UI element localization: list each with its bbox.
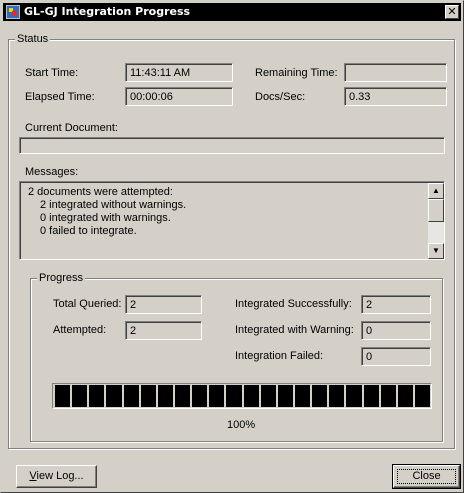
- progress-block: [397, 385, 413, 407]
- integration-progress-window: GL-GJ Integration Progress ✕ Status Star…: [0, 0, 464, 493]
- attempted-field: 2: [125, 321, 202, 340]
- progress-percent-text: 100%: [227, 419, 256, 431]
- current-document-label: Current Document:: [25, 122, 118, 134]
- integration-failed-field: 0: [361, 347, 431, 366]
- close-button[interactable]: Close: [392, 464, 461, 489]
- integrated-successfully-field: 2: [361, 295, 431, 314]
- close-window-button[interactable]: ✕: [445, 5, 459, 19]
- remaining-time-field: [344, 63, 447, 82]
- progress-block: [294, 385, 311, 407]
- progress-block: [55, 385, 71, 407]
- attempted-label: Attempted:: [53, 324, 107, 336]
- start-time-label: Start Time:: [25, 67, 79, 79]
- start-time-field: 11:43:11 AM: [125, 63, 233, 82]
- elapsed-time-label: Elapsed Time:: [25, 91, 95, 103]
- progress-block: [209, 385, 225, 407]
- scroll-up-icon[interactable]: ▲: [428, 183, 444, 199]
- window-title: GL-GJ Integration Progress: [24, 5, 191, 18]
- total-queried-label: Total Queried:: [53, 298, 122, 310]
- scroll-down-icon[interactable]: ▼: [428, 243, 444, 259]
- view-log-label: iew Log...: [36, 470, 84, 482]
- progress-block: [140, 385, 156, 407]
- title-bar[interactable]: GL-GJ Integration Progress ✕: [3, 3, 461, 21]
- messages-label: Messages:: [25, 166, 79, 178]
- message-line: 2 documents were attempted:: [28, 186, 173, 198]
- app-icon: [6, 5, 20, 19]
- scroll-thumb[interactable]: [428, 199, 444, 222]
- progress-block: [174, 385, 191, 407]
- progress-block: [243, 385, 259, 407]
- progress-block: [380, 385, 396, 407]
- integrated-with-warning-label: Integrated with Warning:: [235, 324, 354, 336]
- remaining-time-label: Remaining Time:: [255, 67, 338, 79]
- progress-block: [192, 385, 208, 407]
- docs-per-sec-label: Docs/Sec:: [255, 91, 306, 103]
- view-log-button[interactable]: View Log...: [16, 465, 97, 488]
- progress-block: [346, 385, 362, 407]
- progress-block: [157, 385, 173, 407]
- message-line: 2 integrated without warnings.: [40, 199, 187, 211]
- integrated-successfully-label: Integrated Successfully:: [235, 298, 352, 310]
- progress-block: [260, 385, 276, 407]
- message-line: 0 failed to integrate.: [40, 225, 137, 237]
- close-button-focus-ring: [397, 469, 456, 484]
- progress-block: [89, 385, 105, 407]
- view-log-mnemonic: V: [29, 470, 37, 482]
- integrated-with-warning-field: 0: [361, 321, 431, 340]
- messages-scrollbar[interactable]: ▲ ▼: [428, 183, 444, 259]
- progress-block: [123, 385, 139, 407]
- progress-block: [277, 385, 293, 407]
- elapsed-time-field: 00:00:06: [125, 87, 233, 106]
- progress-block: [329, 385, 345, 407]
- messages-list[interactable]: 2 documents were attempted: 2 integrated…: [19, 181, 445, 260]
- progress-bar: [52, 383, 432, 409]
- progress-block: [106, 385, 122, 407]
- total-queried-field: 2: [125, 295, 202, 314]
- integration-failed-label: Integration Failed:: [235, 350, 324, 362]
- progress-block: [72, 385, 88, 407]
- progress-block: [226, 385, 242, 407]
- progress-group-label: Progress: [37, 271, 86, 285]
- docs-per-sec-field: 0.33: [344, 87, 447, 106]
- status-group-label: Status: [15, 32, 51, 46]
- progress-block: [363, 385, 379, 407]
- message-line: 0 integrated with warnings.: [40, 212, 171, 224]
- progress-block: [414, 385, 431, 407]
- progress-block: [312, 385, 328, 407]
- current-document-field: [19, 137, 445, 154]
